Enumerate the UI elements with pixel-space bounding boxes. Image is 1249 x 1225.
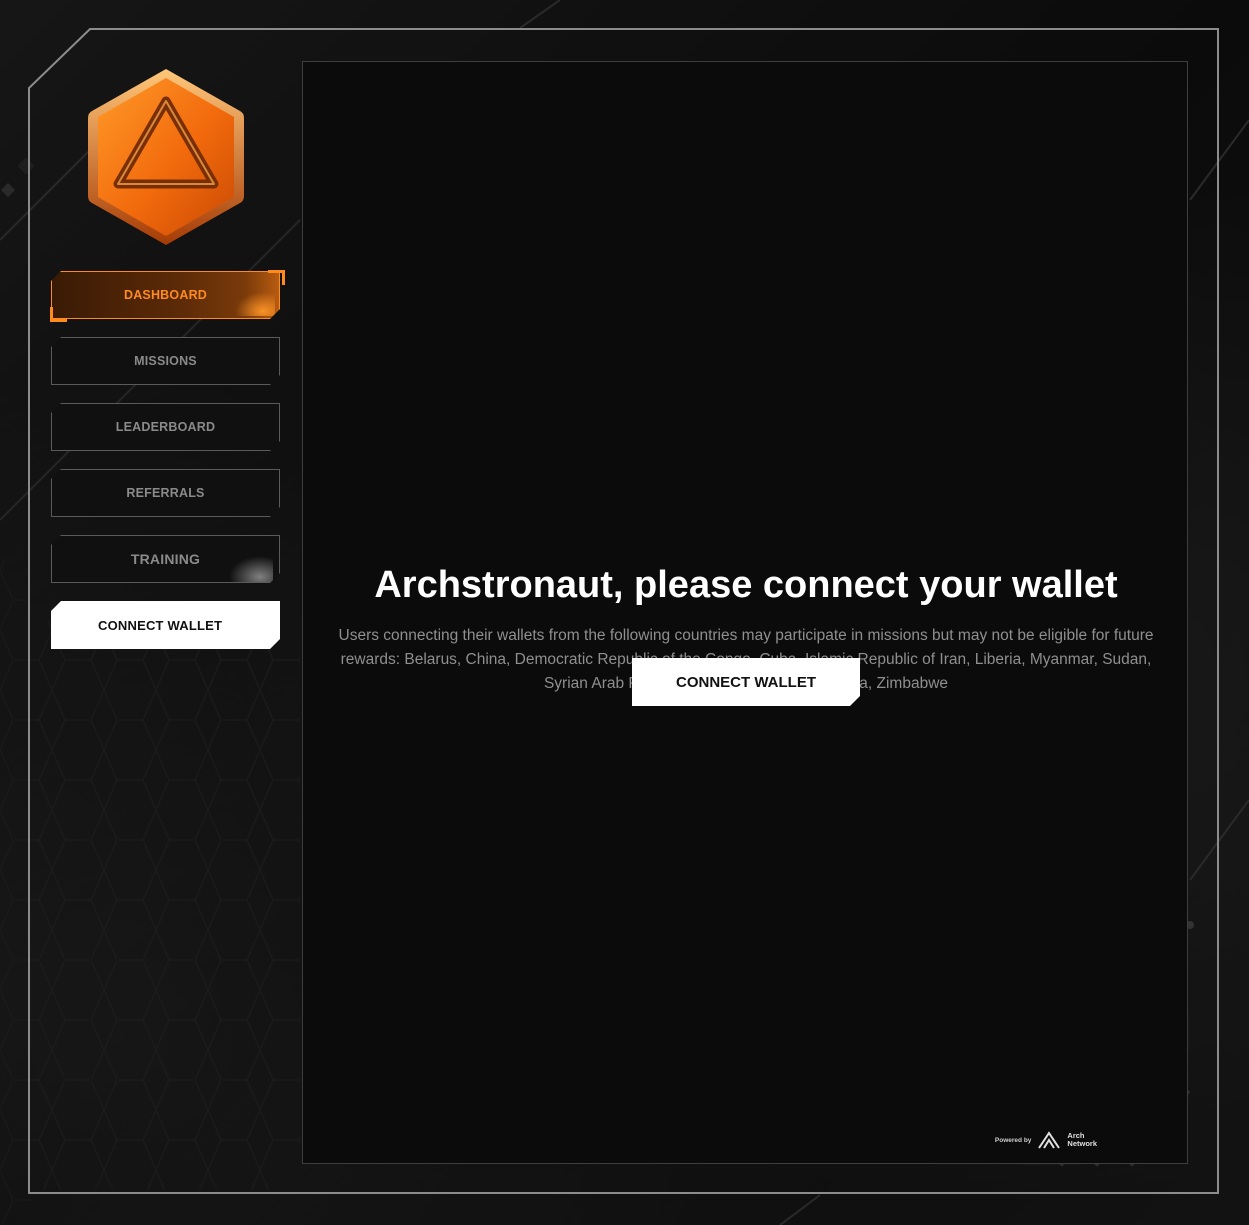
nav-referrals[interactable]: REFERRALS — [51, 469, 280, 517]
nav-missions-label: MISSIONS — [134, 354, 197, 368]
app-logo-icon — [88, 69, 244, 245]
active-corner-bl — [50, 307, 67, 322]
arch-network-name: Arch Network — [1067, 1132, 1097, 1148]
connect-wallet-button[interactable]: CONNECT WALLET — [632, 658, 860, 706]
brand-line-2: Network — [1067, 1139, 1097, 1148]
nav-missions[interactable]: MISSIONS — [51, 337, 280, 385]
active-corner-tr — [268, 270, 285, 285]
nav-leaderboard-label: LEADERBOARD — [115, 420, 216, 434]
nav-dashboard-label: DASHBOARD — [123, 288, 208, 302]
app-stage: DASHBOARD MISSIONS LEADERBOARD REFERRALS… — [0, 0, 1249, 1225]
nav-leaderboard[interactable]: LEADERBOARD — [51, 403, 280, 451]
training-glow — [229, 556, 273, 582]
nav-training-label: TRAINING — [130, 551, 201, 567]
sidebar-connect-wallet-button[interactable]: CONNECT WALLET — [51, 601, 280, 649]
page-title: Archstronaut, please connect your wallet — [374, 564, 1118, 606]
powered-by-label: Powered by — [994, 1136, 1032, 1144]
main-panel: Archstronaut, please connect your wallet… — [302, 61, 1188, 1164]
connect-wallet-label: CONNECT WALLET — [676, 673, 816, 691]
sidebar-connect-wallet-label: CONNECT WALLET — [98, 617, 223, 633]
arch-network-logo-icon — [1038, 1131, 1061, 1149]
nav-training[interactable]: TRAINING — [51, 535, 280, 583]
nav-referrals-label: REFERRALS — [126, 486, 205, 500]
nav-dashboard[interactable]: DASHBOARD — [51, 271, 280, 319]
powered-by-badge: Powered by Arch Network — [995, 1131, 1097, 1149]
active-glow — [235, 292, 275, 316]
